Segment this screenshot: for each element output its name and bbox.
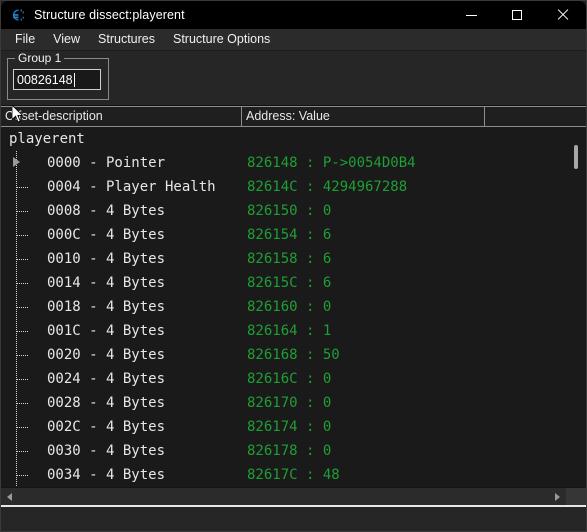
group-1-label: Group 1 <box>15 51 65 65</box>
window-controls <box>448 1 586 29</box>
tree-root-row[interactable]: playerent <box>1 127 566 151</box>
tree-row-address-value: 826148 : P->0054D0B4 <box>247 155 416 171</box>
tree-row-offset-description: 0018 - 4 Bytes <box>47 299 166 315</box>
structure-tree: playerent 0000 - Pointer 826148 : P->0054… <box>1 127 586 487</box>
tree-gutter <box>1 439 47 463</box>
tree-row-offset-description: 000C - 4 Bytes <box>47 227 166 243</box>
column-header-offset-description[interactable]: Offset-description <box>1 107 242 126</box>
tree-row-address-value: 826164 : 1 <box>247 323 332 339</box>
tree-row[interactable]: 0004 - Player Health 82614C : 4294967288 <box>1 175 566 199</box>
tree-row-address-value: 826150 : 0 <box>247 203 332 219</box>
horizontal-scrollbar[interactable] <box>1 487 586 505</box>
tree-row[interactable]: 0008 - 4 Bytes 826150 : 0 <box>1 199 566 223</box>
tree-row-address-value: 826154 : 6 <box>247 227 332 243</box>
minimize-icon <box>465 14 477 16</box>
close-button[interactable] <box>540 1 586 29</box>
address-input[interactable]: 00826148 <box>13 69 101 90</box>
title-bar[interactable]: Structure dissect:playerent <box>1 1 586 29</box>
tree-rows: playerent 0000 - Pointer 826148 : P->0054… <box>1 127 566 487</box>
address-input-value: 00826148 <box>17 72 73 87</box>
tree-gutter <box>1 199 47 223</box>
tree-row[interactable]: 002C - 4 Bytes 826174 : 0 <box>1 415 566 439</box>
tree-gutter <box>1 367 47 391</box>
tree-gutter <box>1 343 47 367</box>
chevron-left-icon[interactable] <box>1 488 18 505</box>
tree-row-address-value: 826170 : 0 <box>247 395 332 411</box>
tree-row-address-value: 82614C : 4294967288 <box>247 179 408 195</box>
tree-row-address-value: 826160 : 0 <box>247 299 332 315</box>
tree-row[interactable]: 0024 - 4 Bytes 82616C : 0 <box>1 367 566 391</box>
tree-row-address-value: 826178 : 0 <box>247 443 332 459</box>
text-caret <box>73 72 75 87</box>
tree-gutter <box>1 463 47 487</box>
tree-root-label: playerent <box>9 131 85 147</box>
tree-row-offset-description: 0008 - 4 Bytes <box>47 203 166 219</box>
tree-row[interactable]: 0018 - 4 Bytes 826160 : 0 <box>1 295 566 319</box>
chevron-right-icon[interactable] <box>549 488 566 505</box>
column-header-address-value[interactable]: Address: Value <box>242 107 485 126</box>
tree-row[interactable]: 001C - 4 Bytes 826164 : 1 <box>1 319 566 343</box>
tree-row-offset-description: 0020 - 4 Bytes <box>47 347 166 363</box>
group-panel: Group 1 00826148 <box>1 51 586 106</box>
tree-row-address-value: 826174 : 0 <box>247 419 332 435</box>
tree-row-offset-description: 0030 - 4 Bytes <box>47 443 166 459</box>
tree-gutter <box>1 247 47 271</box>
tree-row-offset-description: 001C - 4 Bytes <box>47 323 166 339</box>
tree-row[interactable]: 0028 - 4 Bytes 826170 : 0 <box>1 391 566 415</box>
column-header-extra[interactable] <box>485 107 586 126</box>
tree-row-offset-description: 0000 - Pointer <box>47 155 166 171</box>
menu-item-view[interactable]: View <box>44 29 89 50</box>
tree-gutter <box>1 175 47 199</box>
tree-row-offset-description: 0028 - 4 Bytes <box>47 395 166 411</box>
vertical-scrollbar[interactable] <box>566 127 586 487</box>
maximize-icon <box>512 10 522 20</box>
expand-arrow-icon[interactable] <box>13 157 20 167</box>
tree-row[interactable]: 0020 - 4 Bytes 826168 : 50 <box>1 343 566 367</box>
tree-row-offset-description: 0034 - 4 Bytes <box>47 467 166 483</box>
tree-row-offset-description: 0014 - 4 Bytes <box>47 275 166 291</box>
tree-row-address-value: 826158 : 6 <box>247 251 332 267</box>
tree-gutter <box>1 295 47 319</box>
tree-row[interactable]: 0030 - 4 Bytes 826178 : 0 <box>1 439 566 463</box>
tree-row[interactable]: 0034 - 4 Bytes 82617C : 48 <box>1 463 566 487</box>
vertical-scroll-thumb[interactable] <box>574 145 578 169</box>
tree-gutter <box>1 223 47 247</box>
menu-item-structure-options[interactable]: Structure Options <box>164 29 279 50</box>
horizontal-scroll-track[interactable] <box>18 488 549 505</box>
tree-row[interactable]: 000C - 4 Bytes 826154 : 6 <box>1 223 566 247</box>
menu-item-file[interactable]: File <box>6 29 44 50</box>
structure-dissect-window: Structure dissect:playerent File View St… <box>0 0 587 532</box>
group-1-box: Group 1 00826148 <box>7 51 109 100</box>
cheat-engine-icon <box>10 7 26 23</box>
tree-row-address-value: 826168 : 50 <box>247 347 340 363</box>
menu-item-structures[interactable]: Structures <box>89 29 164 50</box>
tree-gutter <box>1 127 9 151</box>
column-header-row: Offset-description Address: Value <box>1 106 586 127</box>
window-title: Structure dissect:playerent <box>34 8 185 22</box>
tree-gutter <box>1 151 47 175</box>
tree-gutter <box>1 319 47 343</box>
tree-row-offset-description: 0004 - Player Health <box>47 179 216 195</box>
tree-row-address-value: 82616C : 0 <box>247 371 332 387</box>
tree-row-address-value: 82615C : 6 <box>247 275 332 291</box>
tree-row-offset-description: 002C - 4 Bytes <box>47 419 166 435</box>
close-icon <box>557 9 569 21</box>
tree-row-address-value: 82617C : 48 <box>247 467 340 483</box>
tree-row-offset-description: 0010 - 4 Bytes <box>47 251 166 267</box>
tree-gutter <box>1 415 47 439</box>
tree-row[interactable]: 0014 - 4 Bytes 82615C : 6 <box>1 271 566 295</box>
maximize-button[interactable] <box>494 1 540 29</box>
minimize-button[interactable] <box>448 1 494 29</box>
tree-row[interactable]: 0010 - 4 Bytes 826158 : 6 <box>1 247 566 271</box>
tree-gutter <box>1 391 47 415</box>
scrollbar-corner <box>566 488 586 505</box>
tree-gutter <box>1 271 47 295</box>
menu-bar: File View Structures Structure Options <box>1 29 586 51</box>
tree-row-offset-description: 0024 - 4 Bytes <box>47 371 166 387</box>
bottom-panel <box>1 505 586 531</box>
tree-row[interactable]: 0000 - Pointer 826148 : P->0054D0B4 <box>1 151 566 175</box>
